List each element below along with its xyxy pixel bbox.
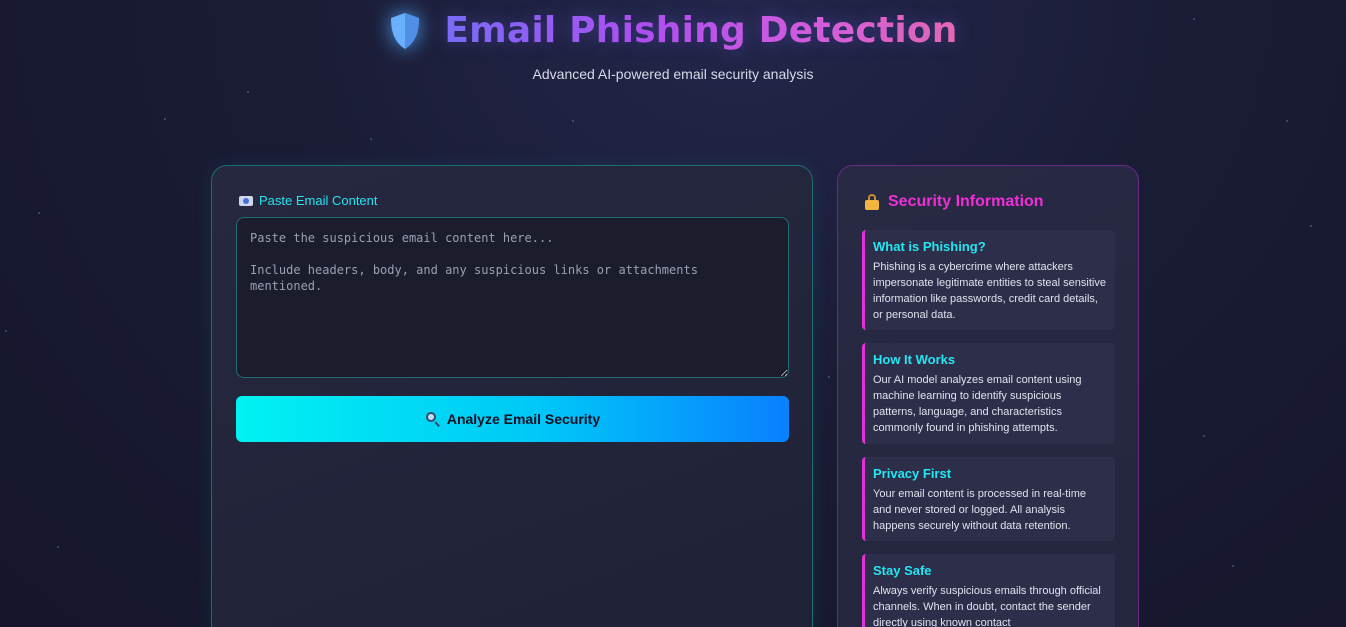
star-decoration — [247, 91, 249, 93]
page-title: Email Phishing Detection — [444, 10, 958, 51]
email-content-input[interactable] — [236, 217, 789, 378]
analyze-email-button[interactable]: Analyze Email Security — [236, 396, 789, 442]
info-item-privacy-first: Privacy First Your email content is proc… — [862, 457, 1115, 541]
info-item-text: Your email content is processed in real-… — [873, 488, 1086, 532]
star-decoration — [1232, 565, 1234, 567]
star-decoration — [1286, 120, 1288, 122]
info-item-heading: Stay Safe — [873, 563, 932, 578]
star-decoration — [572, 120, 574, 122]
magnifier-icon — [425, 411, 441, 427]
star-decoration — [164, 118, 166, 120]
shield-icon — [391, 12, 420, 49]
star-decoration — [1310, 225, 1312, 227]
info-item-what-is-phishing: What is Phishing? Phishing is a cybercri… — [862, 230, 1115, 330]
page-subtitle: Advanced AI-powered email security analy… — [532, 66, 814, 82]
lock-icon — [865, 194, 879, 210]
email-content-label: Paste Email Content — [239, 193, 378, 208]
star-decoration — [5, 330, 7, 332]
info-item-heading: How It Works — [873, 352, 956, 367]
security-info-panel: Security Information What is Phishing? P… — [837, 165, 1139, 627]
info-item-stay-safe: Stay Safe Always verify suspicious email… — [862, 554, 1115, 627]
star-decoration — [370, 138, 372, 140]
email-content-label-text: Paste Email Content — [259, 193, 378, 208]
star-decoration — [828, 376, 830, 378]
star-decoration — [1203, 435, 1205, 437]
security-info-title-text: Security Information — [888, 193, 1044, 210]
info-item-heading: Privacy First — [873, 466, 952, 481]
star-decoration — [57, 546, 59, 548]
info-item-how-it-works: How It Works Our AI model analyzes email… — [862, 343, 1115, 444]
info-item-text: Phishing is a cybercrime where attackers… — [873, 261, 1106, 321]
info-item-text: Always verify suspicious emails through … — [873, 585, 1101, 627]
star-decoration — [38, 212, 40, 214]
analyze-button-label: Analyze Email Security — [446, 411, 601, 427]
info-item-text: Our AI model analyzes email content usin… — [873, 374, 1082, 434]
security-info-title: Security Information — [865, 193, 1044, 211]
info-item-heading: What is Phishing? — [873, 239, 986, 254]
email-id-icon — [239, 195, 253, 206]
email-analyzer-card: Paste Email Content Analyze Email Securi… — [211, 165, 813, 627]
title-row: Email Phishing Detection — [0, 10, 1346, 51]
